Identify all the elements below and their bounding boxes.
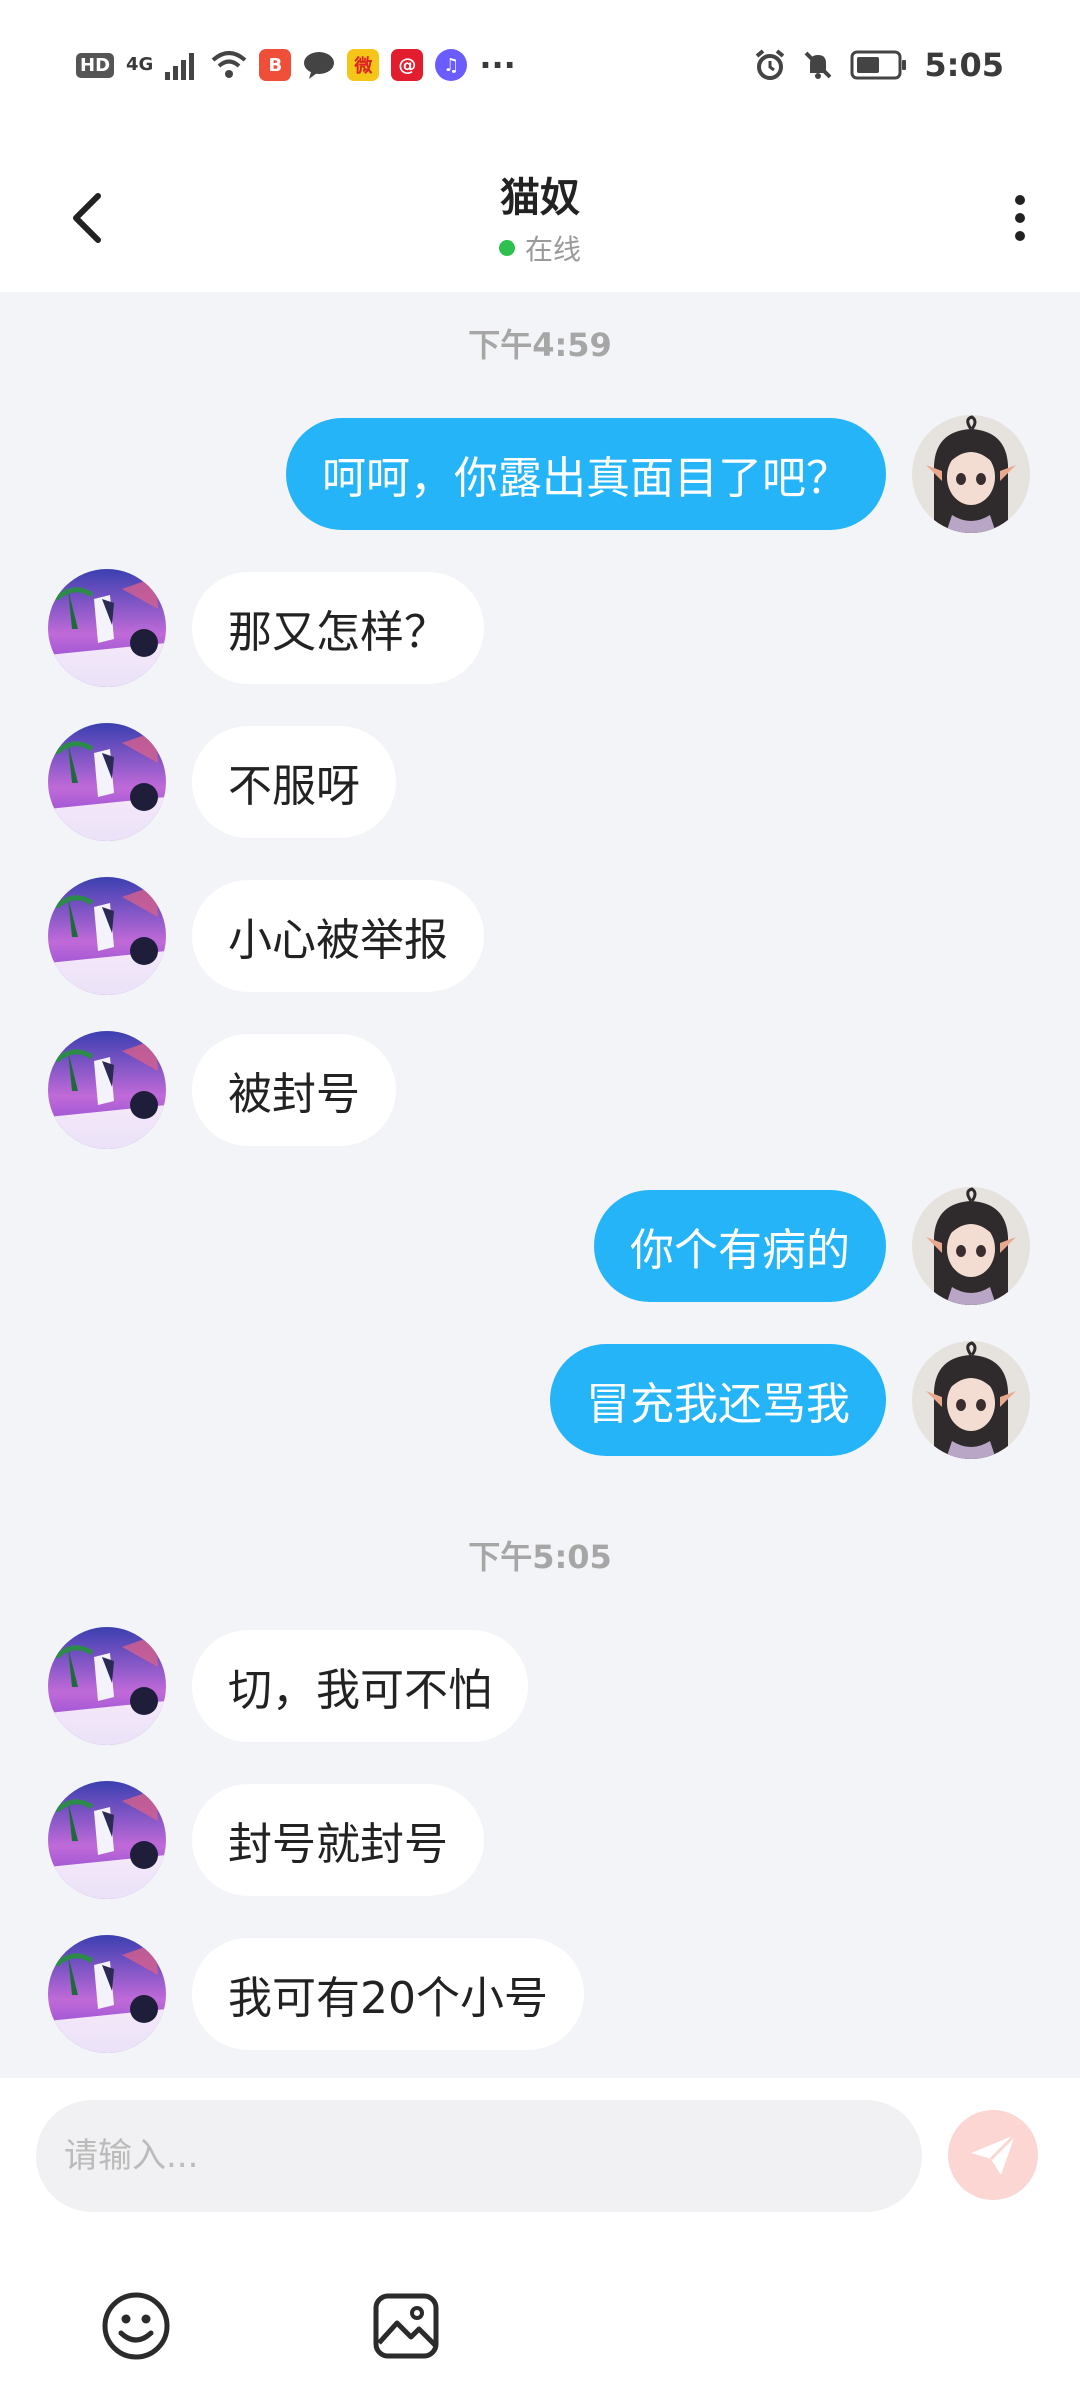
more-options-button[interactable] bbox=[1000, 188, 1040, 248]
message-list[interactable]: 下午4:59 呵呵，你露出真面目了吧？ 那又怎样？ 不服呀 小心被举报 被封号 … bbox=[0, 292, 1080, 2078]
contact-avatar[interactable] bbox=[48, 1781, 166, 1899]
message-row-incoming: 封号就封号 bbox=[0, 1781, 1080, 1899]
message-row-outgoing: 你个有病的 bbox=[0, 1187, 1080, 1305]
alarm-icon bbox=[754, 49, 786, 81]
message-bubble[interactable]: 小心被举报 bbox=[192, 880, 484, 992]
my-avatar-image bbox=[912, 1187, 1030, 1305]
my-avatar[interactable] bbox=[912, 1341, 1030, 1459]
contact-avatar-image bbox=[48, 1781, 166, 1899]
message-row-incoming: 我可有20个小号 bbox=[0, 1935, 1080, 2053]
network-type-label: 4G bbox=[126, 54, 154, 75]
battery-icon bbox=[850, 50, 908, 80]
message-bubble[interactable]: 冒充我还骂我 bbox=[550, 1344, 886, 1456]
mute-icon bbox=[802, 49, 834, 81]
signal-icon bbox=[165, 50, 199, 80]
message-bubble[interactable]: 切，我可不怕 bbox=[192, 1630, 528, 1742]
message-bubble[interactable]: 那又怎样？ bbox=[192, 572, 484, 684]
image-icon bbox=[373, 2293, 439, 2359]
emoji-button[interactable] bbox=[100, 2290, 172, 2362]
online-status: 在线 bbox=[498, 228, 581, 268]
contact-avatar[interactable] bbox=[48, 569, 166, 687]
message-bubble[interactable]: 被封号 bbox=[192, 1034, 396, 1146]
my-avatar-image bbox=[912, 415, 1030, 533]
title-block: 猫奴 在线 bbox=[0, 172, 1080, 268]
message-row-incoming: 小心被举报 bbox=[0, 877, 1080, 995]
message-bubble[interactable]: 不服呀 bbox=[192, 726, 396, 838]
music-icon: ♫ bbox=[435, 49, 468, 81]
message-input[interactable] bbox=[36, 2100, 922, 2212]
timestamp: 下午4:59 bbox=[468, 326, 612, 364]
message-bubble[interactable]: 封号就封号 bbox=[192, 1784, 484, 1896]
status-bar-right: 5:05 bbox=[754, 44, 1004, 86]
wifi-icon bbox=[211, 50, 247, 80]
message-row-incoming: 那又怎样？ bbox=[0, 569, 1080, 687]
contact-avatar[interactable] bbox=[48, 1935, 166, 2053]
status-bar: HD 4G B 微 @ ♫ ··· 5:05 bbox=[0, 0, 1080, 130]
message-bubble[interactable]: 你个有病的 bbox=[594, 1190, 886, 1302]
contact-name: 猫奴 bbox=[500, 175, 580, 221]
message-row-incoming: 不服呀 bbox=[0, 723, 1080, 841]
more-vertical-icon bbox=[1015, 195, 1025, 241]
send-button[interactable] bbox=[948, 2110, 1038, 2200]
message-bubble[interactable]: 我可有20个小号 bbox=[192, 1938, 584, 2050]
message-row-incoming: 被封号 bbox=[0, 1031, 1080, 1149]
contact-avatar[interactable] bbox=[48, 1031, 166, 1149]
image-button[interactable] bbox=[370, 2290, 442, 2362]
chat-header: 猫奴 在线 bbox=[0, 130, 1080, 292]
my-avatar[interactable] bbox=[912, 415, 1030, 533]
message-notification-icon bbox=[303, 50, 335, 80]
send-icon bbox=[971, 2133, 1017, 2175]
contact-avatar[interactable] bbox=[48, 1627, 166, 1745]
app-notification-icon-2: @ bbox=[391, 49, 424, 81]
message-row-incoming: 切，我可不怕 bbox=[0, 1627, 1080, 1745]
message-row-outgoing: 冒充我还骂我 bbox=[0, 1341, 1080, 1459]
contact-avatar[interactable] bbox=[48, 877, 166, 995]
status-bar-left: HD 4G B 微 @ ♫ ··· bbox=[76, 44, 516, 86]
online-dot-icon bbox=[498, 240, 515, 256]
contact-avatar-image bbox=[48, 569, 166, 687]
my-avatar-image bbox=[912, 1341, 1030, 1459]
contact-avatar-image bbox=[48, 1031, 166, 1149]
app-notification-icon: B bbox=[259, 49, 292, 81]
weibo-icon: 微 bbox=[347, 49, 380, 81]
clock: 5:05 bbox=[924, 46, 1004, 84]
contact-avatar-image bbox=[48, 723, 166, 841]
contact-avatar-image bbox=[48, 1627, 166, 1745]
contact-avatar-image bbox=[48, 1935, 166, 2053]
input-bar bbox=[0, 2078, 1080, 2388]
emoji-icon bbox=[102, 2292, 170, 2360]
hd-badge: HD bbox=[76, 52, 115, 78]
chat-screen: HD 4G B 微 @ ♫ ··· 5:05 猫奴 在线 下午4:59 呵呵，你… bbox=[0, 0, 1080, 2388]
online-status-label: 在线 bbox=[524, 233, 581, 266]
timestamp: 下午5:05 bbox=[468, 1538, 612, 1576]
my-avatar[interactable] bbox=[912, 1187, 1030, 1305]
contact-avatar-image bbox=[48, 877, 166, 995]
message-bubble[interactable]: 呵呵，你露出真面目了吧？ bbox=[286, 418, 886, 530]
more-notifications-icon: ··· bbox=[479, 46, 516, 84]
contact-avatar[interactable] bbox=[48, 723, 166, 841]
message-row-outgoing: 呵呵，你露出真面目了吧？ bbox=[0, 415, 1080, 533]
